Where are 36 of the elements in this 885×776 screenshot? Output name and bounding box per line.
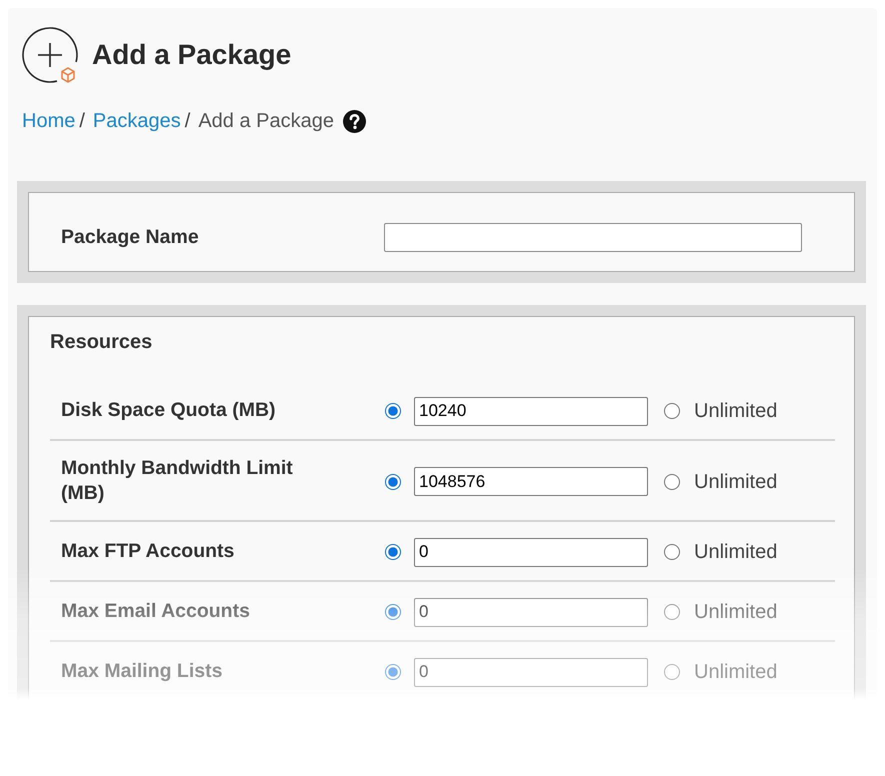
package-name-input[interactable] xyxy=(384,223,802,252)
breadcrumb-current: Add a Package xyxy=(198,109,334,134)
unlimited-label: Unlimited xyxy=(694,600,778,625)
limit-radio[interactable] xyxy=(385,604,401,620)
unlimited-label: Unlimited xyxy=(694,660,778,685)
breadcrumb-separator: / xyxy=(184,109,190,134)
unlimited-radio[interactable] xyxy=(664,403,680,419)
limit-input[interactable]: 10240 xyxy=(414,396,648,426)
unlimited-radio[interactable] xyxy=(664,664,680,680)
breadcrumb-link[interactable]: Home xyxy=(22,108,76,134)
limit-input[interactable]: 0 xyxy=(414,658,648,686)
field-label: Max Email Accounts xyxy=(61,599,250,624)
limit-radio[interactable] xyxy=(385,474,401,490)
unlimited-label: Unlimited xyxy=(694,399,778,424)
limit-input[interactable]: 0 xyxy=(414,538,648,566)
field-label: Disk Space Quota (MB) xyxy=(61,398,276,423)
section-title: Resources xyxy=(50,330,154,355)
field-label: Monthly Bandwidth Limit (MB) xyxy=(61,456,294,506)
unlimited-radio[interactable] xyxy=(664,474,680,490)
limit-radio[interactable] xyxy=(385,544,401,560)
breadcrumb-separator: / xyxy=(79,109,85,134)
unlimited-label: Unlimited xyxy=(694,470,778,494)
limit-radio[interactable] xyxy=(385,664,401,680)
field-label: Max FTP Accounts xyxy=(61,539,234,564)
unlimited-radio[interactable] xyxy=(664,604,680,620)
field-label: Package Name xyxy=(61,226,199,248)
plus-circle-icon xyxy=(21,26,79,84)
limit-input[interactable]: 1048576 xyxy=(414,467,648,496)
unlimited-label: Unlimited xyxy=(694,540,778,565)
breadcrumb-link[interactable]: Packages xyxy=(92,108,181,134)
page-title: Add a Package xyxy=(92,38,292,72)
unlimited-radio[interactable] xyxy=(664,544,680,560)
limit-input[interactable]: 0 xyxy=(414,598,648,626)
field-label: Max Mailing Lists xyxy=(61,659,222,684)
help-icon[interactable] xyxy=(342,110,366,132)
limit-radio[interactable] xyxy=(385,403,401,419)
